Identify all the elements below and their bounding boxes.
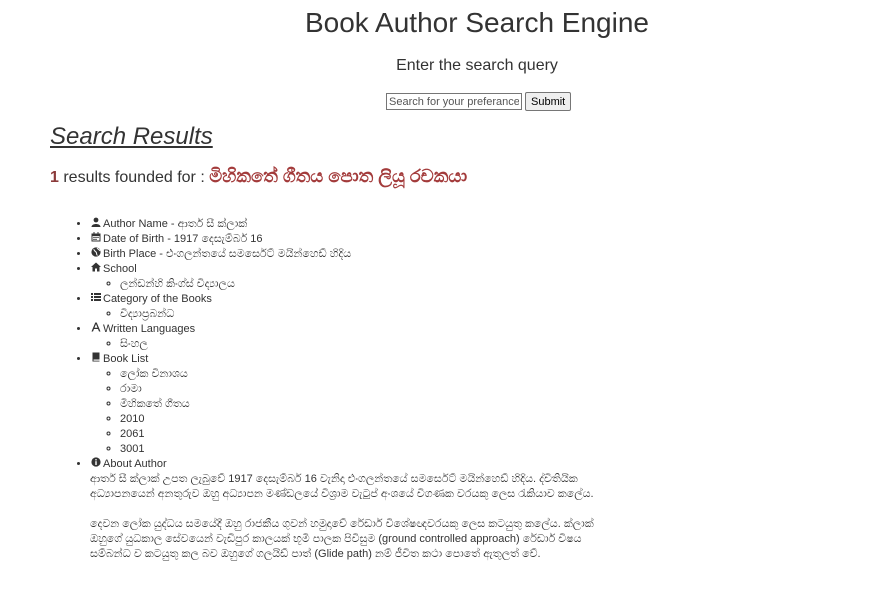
category-list: විද්‍යාප්‍රබන්ධ — [90, 307, 630, 322]
list-item: මිහිකතේ ගීතය — [120, 397, 630, 412]
font-icon — [90, 322, 101, 337]
list-item-about: About Author ආතර් සී ක්ලාක් උපත ලැබුවේ 1… — [90, 457, 630, 562]
info-circle-icon — [90, 457, 101, 472]
user-icon — [90, 217, 101, 232]
list-item-languages: Written Languages සිංහල — [90, 322, 630, 352]
home-icon — [90, 262, 101, 277]
book-list-label: Book List — [103, 353, 149, 365]
list-item: 2061 — [120, 427, 630, 442]
category-label: Category of the Books — [103, 293, 212, 305]
list-item-book-list: Book List ලෝක විනාශය රාමා මිහිකතේ ගීතය 2… — [90, 352, 630, 457]
book-list: ලෝක විනාශය රාමා මිහිකතේ ගීතය 2010 2061 3… — [90, 367, 630, 457]
page-title: Book Author Search Engine — [304, 7, 649, 38]
page: Book Author Search Engine Enter the sear… — [0, 0, 892, 610]
about-label: About Author — [103, 458, 167, 470]
about-paragraph: දෙවන ලෝක යුද්ධය සමයේදී ඔහු රාජකීය ගුවන් … — [90, 518, 594, 560]
author-name: Author Name - ආතර් සී ක්ලාක් — [103, 218, 248, 230]
list-item-category: Category of the Books විද්‍යාප්‍රබන්ධ — [90, 292, 630, 322]
languages-label: Written Languages — [103, 323, 196, 335]
search-form: Submit — [386, 92, 572, 111]
author-details-list: Author Name - ආතර් සී ක්ලාක් Date of Bir… — [70, 217, 630, 562]
submit-button[interactable]: Submit — [525, 92, 572, 111]
list-item-dob: Date of Birth - 1917 දෙසැම්බර් 16 — [90, 232, 630, 247]
school-list: ලන්ඩන්හි කිංග්ස් විද්‍යාලය — [90, 277, 630, 292]
list-item: රාමා — [120, 382, 630, 397]
about-paragraph: ආතර් සී ක්ලාක් උපත ලැබුවේ 1917 දෙසැම්බර්… — [90, 473, 594, 500]
list-item: 3001 — [120, 442, 630, 457]
globe-icon — [90, 247, 101, 262]
results-count-text: results founded for : — [58, 169, 210, 186]
results-count-line: 1 results founded for : මිහිකතේ ගීතය පොත… — [50, 165, 467, 189]
date-of-birth: Date of Birth - 1917 දෙසැම්බර් 16 — [103, 233, 263, 245]
results-heading: Search Results — [50, 123, 213, 150]
list-item: විද්‍යාප්‍රබන්ධ — [120, 307, 630, 322]
list-item-school: School ලන්ඩන්හි කිංග්ස් විද්‍යාලය — [90, 262, 630, 292]
book-icon — [90, 352, 101, 367]
search-prompt: Enter the search query — [396, 57, 558, 74]
author-result: Author Name - ආතර් සී ක්ලාක් Date of Bir… — [70, 217, 630, 562]
results-count: 1 — [50, 169, 59, 186]
list-item-birthplace: Birth Place - එංගලන්තයේ සමර්සෙට් මයින්හෙ… — [90, 247, 630, 262]
school-label: School — [103, 263, 137, 275]
list-item: 2010 — [120, 412, 630, 427]
about-text: ආතර් සී ක්ලාක් උපත ලැබුවේ 1917 දෙසැම්බර්… — [90, 472, 620, 562]
search-input[interactable] — [386, 93, 522, 110]
list-item: සිංහල — [120, 337, 630, 352]
list-item: ලන්ඩන්හි කිංග්ස් විද්‍යාලය — [120, 277, 630, 292]
list-item-author-name: Author Name - ආතර් සී ක්ලාක් — [90, 217, 630, 232]
list-icon — [90, 292, 101, 307]
languages-list: සිංහල — [90, 337, 630, 352]
search-query-text: මිහිකතේ ගීතය පොත ලියූ රචකයා — [209, 166, 468, 186]
birth-place: Birth Place - එංගලන්තයේ සමර්සෙට් මයින්හෙ… — [103, 248, 352, 260]
list-item: ලෝක විනාශය — [120, 367, 630, 382]
calendar-icon — [90, 232, 101, 247]
